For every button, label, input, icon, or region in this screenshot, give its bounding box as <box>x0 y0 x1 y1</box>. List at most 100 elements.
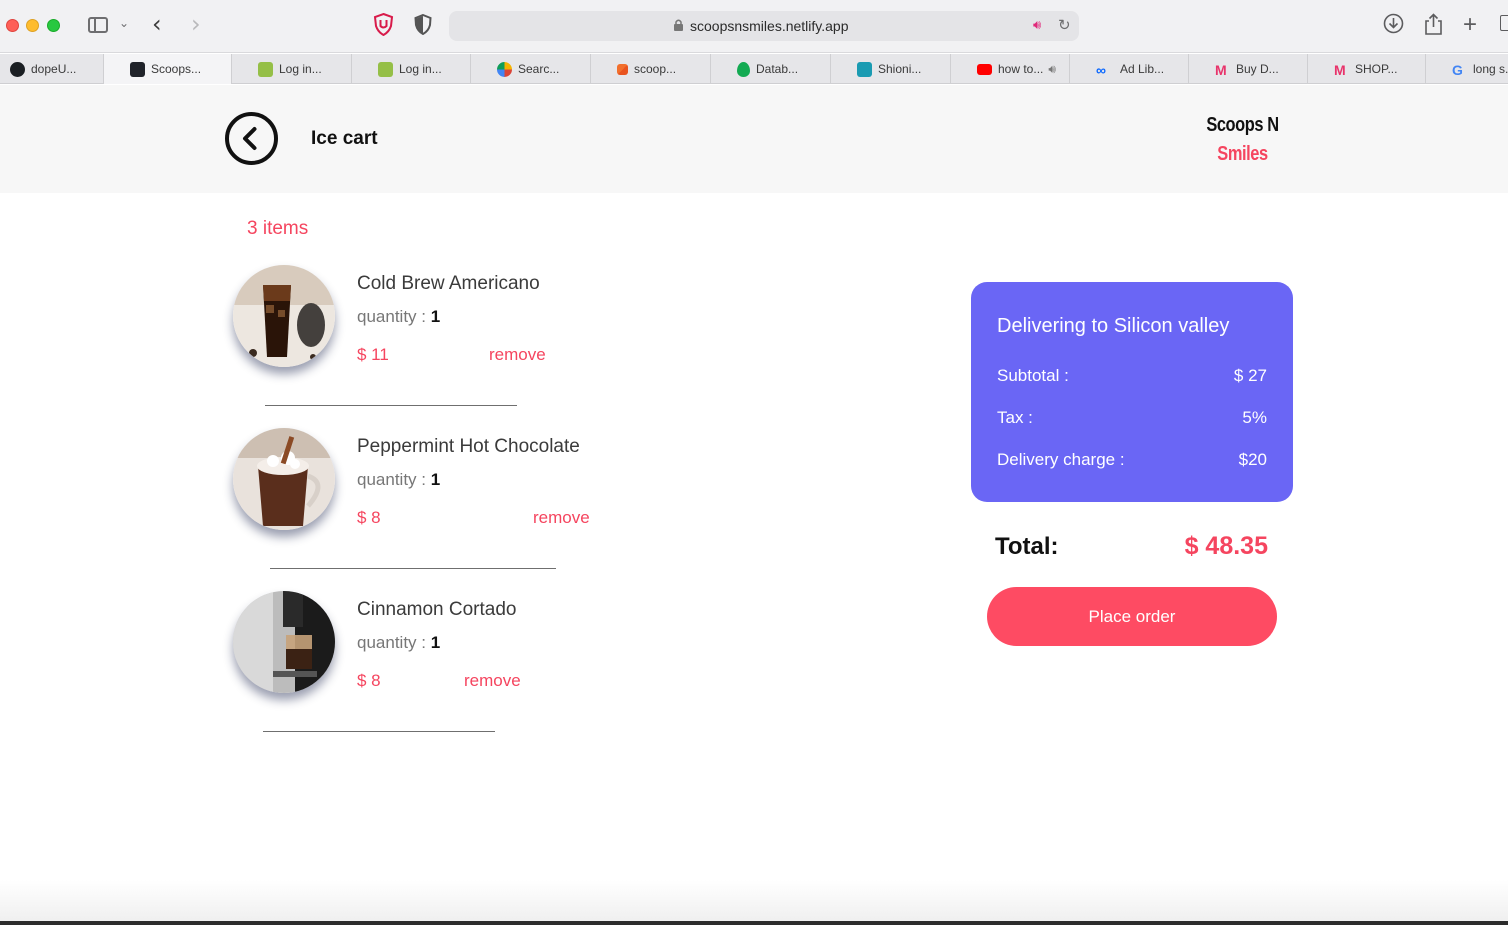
close-window-button[interactable] <box>6 19 19 32</box>
tab-label: Ad Lib... <box>1120 62 1165 76</box>
mongodb-icon <box>737 61 750 77</box>
tab-bar: dopeU... Scoops... Log in... Log in... S… <box>0 54 1508 84</box>
tab-shopify-login-1[interactable]: Log in... <box>232 54 352 84</box>
tab-label: dopeU... <box>31 62 77 76</box>
item-price: $ 11 <box>357 345 389 364</box>
window-bottom-edge <box>0 921 1508 925</box>
quantity-value: 1 <box>430 470 441 489</box>
delivery-location: Delivering to Silicon valley <box>997 315 1230 337</box>
tab-scoop-netlify[interactable]: scoop... <box>591 54 711 84</box>
brand-line-1: Scoops N <box>1206 114 1279 136</box>
s-logo-icon <box>857 61 872 77</box>
total-label: Total: <box>995 533 1059 560</box>
tab-label: Searc... <box>518 62 560 76</box>
quantity-label: quantity : <box>357 307 426 326</box>
hot-chocolate-image <box>233 428 335 530</box>
quantity-value: 1 <box>430 633 441 652</box>
browser-toolbar: ⌄ ‹ › scoopsnsmiles.netlify.app 🔊︎ ↻ + <box>0 0 1508 53</box>
item-divider <box>263 731 495 732</box>
brand-line-2: Smiles <box>1217 143 1268 165</box>
react-icon <box>130 61 145 77</box>
myntra-icon: M <box>1334 61 1346 78</box>
address-bar[interactable]: scoopsnsmiles.netlify.app 🔊︎ ↻ <box>449 11 1079 41</box>
forward-arrow-icon[interactable]: › <box>191 10 201 38</box>
item-divider <box>265 405 517 406</box>
subtotal-label: Subtotal : <box>997 366 1069 385</box>
back-arrow-icon[interactable]: ‹ <box>152 10 162 38</box>
tab-shopify-login-2[interactable]: Log in... <box>352 54 471 84</box>
place-order-button[interactable]: Place order <box>987 587 1277 646</box>
speaker-icon[interactable]: 🔊︎ <box>1048 62 1056 77</box>
delivery-charge-value: $20 <box>1238 450 1267 469</box>
remove-button[interactable]: remove <box>464 671 521 691</box>
tab-label: how to... <box>998 62 1044 76</box>
meta-icon: ∞ <box>1096 61 1106 78</box>
total-value: $ 48.35 <box>1184 532 1268 560</box>
tab-how-to[interactable]: how to... 🔊︎ <box>951 54 1070 84</box>
item-name: Cinnamon Cortado <box>357 599 517 620</box>
cart-item-count: 3 items <box>247 218 309 239</box>
quantity-label: quantity : <box>357 633 426 652</box>
maximize-window-button[interactable] <box>47 19 60 32</box>
speaker-icon[interactable]: 🔊︎ <box>1033 17 1041 33</box>
page-header: Ice cart Scoops N Smiles <box>0 85 1508 193</box>
google-icon: G <box>1452 61 1463 78</box>
url-text: scoopsnsmiles.netlify.app <box>690 18 849 34</box>
minimize-window-button[interactable] <box>26 19 39 32</box>
page: Ice cart Scoops N Smiles 3 items Cold Br… <box>0 85 1508 925</box>
share-icon[interactable] <box>1424 13 1443 42</box>
item-price: $ 8 <box>357 508 381 527</box>
github-icon <box>10 61 25 77</box>
tab-scoops[interactable]: Scoops... <box>104 54 232 84</box>
item-name: Peppermint Hot Chocolate <box>357 436 580 457</box>
search-ring-icon <box>497 61 512 77</box>
cold-brew-image <box>233 265 335 367</box>
remove-button[interactable]: remove <box>533 508 590 528</box>
tax-value: 5% <box>1242 408 1267 427</box>
subtotal-value: $ 27 <box>1233 366 1267 385</box>
chevron-down-icon[interactable]: ⌄ <box>119 16 129 30</box>
download-icon[interactable] <box>1383 13 1404 40</box>
item-divider <box>270 568 556 569</box>
privacy-shield-icon[interactable] <box>414 14 432 35</box>
tab-label: Log in... <box>399 62 442 76</box>
brand-logo[interactable]: Scoops N Smiles <box>1190 111 1295 169</box>
tab-search[interactable]: Searc... <box>471 54 591 84</box>
item-quantity: quantity : 1 <box>357 633 440 653</box>
netlify-icon <box>617 63 628 75</box>
tab-label: Buy D... <box>1236 62 1279 76</box>
tab-database[interactable]: Datab... <box>711 54 831 84</box>
tab-label: scoop... <box>634 62 677 76</box>
page-title: Ice cart <box>311 128 378 149</box>
tab-label: long s... <box>1473 62 1508 76</box>
order-summary-card: Delivering to Silicon valley Subtotal : … <box>971 282 1293 502</box>
tab-dopeu[interactable]: dopeU... <box>0 54 104 84</box>
back-button[interactable] <box>225 112 278 165</box>
tab-label: Shioni... <box>878 62 922 76</box>
tab-label: Scoops... <box>151 62 202 76</box>
item-quantity: quantity : 1 <box>357 307 440 327</box>
cortado-image <box>233 591 335 693</box>
page-bottom-shade <box>0 880 1508 925</box>
shield-extension-icon[interactable] <box>373 13 394 36</box>
chevron-left-icon <box>243 127 257 150</box>
remove-button[interactable]: remove <box>489 345 546 365</box>
quantity-value: 1 <box>430 307 441 326</box>
tab-label: SHOP... <box>1355 62 1398 76</box>
tab-label: Datab... <box>756 62 799 76</box>
tab-label: Log in... <box>279 62 322 76</box>
shopify-icon <box>378 61 393 77</box>
tab-long-search[interactable]: G long s... <box>1426 54 1508 84</box>
tab-shop[interactable]: M SHOP... <box>1308 54 1426 84</box>
new-tab-icon[interactable]: + <box>1463 11 1477 39</box>
quantity-label: quantity : <box>357 470 426 489</box>
tab-overview-icon[interactable] <box>1500 15 1508 31</box>
tab-buy[interactable]: M Buy D... <box>1189 54 1308 84</box>
item-price: $ 8 <box>357 671 381 690</box>
delivery-charge-label: Delivery charge : <box>997 450 1125 469</box>
sidebar-toggle-icon[interactable] <box>88 17 108 33</box>
tab-ad-library[interactable]: ∞ Ad Lib... <box>1070 54 1189 84</box>
tab-shioni[interactable]: Shioni... <box>831 54 951 84</box>
reload-icon[interactable]: ↻ <box>1058 16 1071 34</box>
tax-label: Tax : <box>997 408 1033 427</box>
